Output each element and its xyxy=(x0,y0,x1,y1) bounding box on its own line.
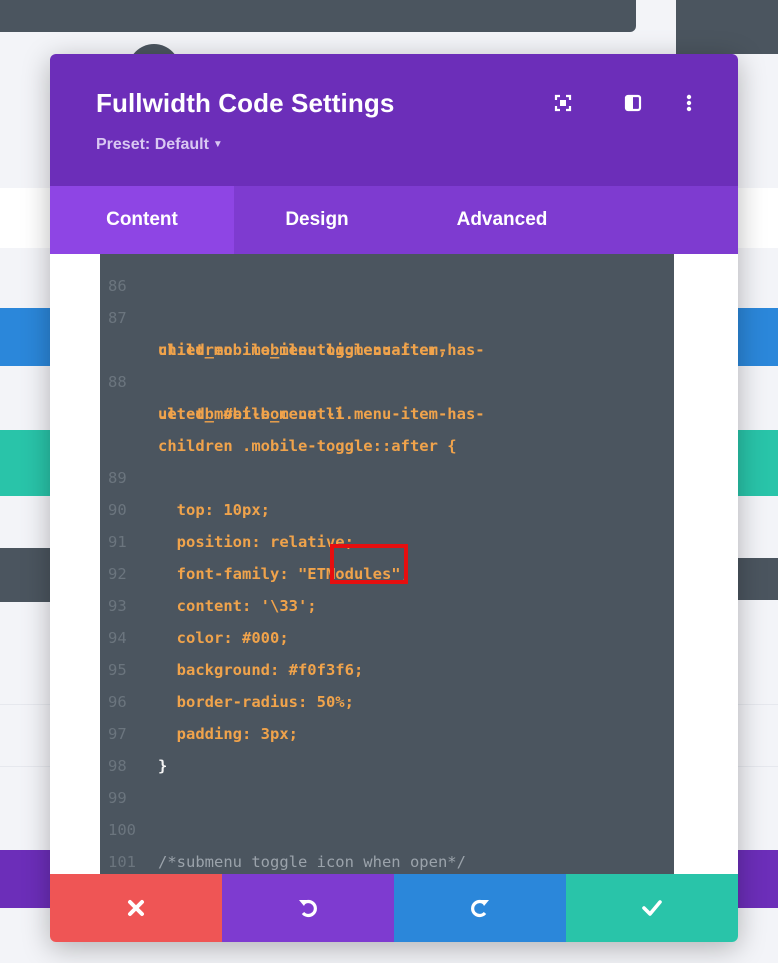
background-dark-block xyxy=(676,0,778,54)
code-text: } xyxy=(158,757,168,775)
preset-dropdown[interactable]: Preset: Default ▼ xyxy=(96,136,223,154)
code-text: color: #000; xyxy=(158,629,289,647)
checkmark-icon xyxy=(641,899,663,917)
code-line: 97 } xyxy=(100,686,167,775)
code-line: 98 xyxy=(100,718,156,775)
background-teal-stripe xyxy=(0,430,50,496)
code-line: 87 ul.et_mobile_menu li.menu-item-has- xyxy=(100,270,485,359)
tab-content[interactable]: Content xyxy=(50,186,234,254)
tab-design[interactable]: Design xyxy=(262,186,372,254)
code-line: 95 border-radius: 50%; xyxy=(100,622,354,711)
tab-bar: Content Design Advanced xyxy=(50,186,738,254)
undo-button[interactable] xyxy=(222,874,394,942)
code-text: background: #f0f3f6; xyxy=(158,661,364,679)
preset-label: Preset: Default xyxy=(96,136,209,153)
code-line: 90 position: relative; xyxy=(100,462,354,551)
background-teal-stripe xyxy=(738,430,778,496)
code-line: ul.et_mobile_menu li.menu-item-has- xyxy=(100,366,485,423)
code-line: 86 xyxy=(100,254,156,295)
line-number: 101 xyxy=(108,853,136,871)
code-comment: /*submenu toggle icon when open*/ xyxy=(158,853,466,871)
code-text: ul.et_mobile_menu li.menu-item-has- xyxy=(158,405,485,423)
background-purple-stripe xyxy=(0,850,50,908)
caret-down-icon: ▼ xyxy=(212,139,223,150)
background-purple-stripe xyxy=(738,850,778,908)
code-editor[interactable]: 86 87 ul.et_mobile_menu li.menu-item-has… xyxy=(100,254,674,874)
background-dark-stripe xyxy=(0,548,50,602)
code-line: 101 xyxy=(100,814,156,871)
tab-advanced[interactable]: Advanced xyxy=(434,186,570,254)
code-text: border-radius: 50%; xyxy=(158,693,354,711)
more-options-icon[interactable] xyxy=(678,92,700,114)
code-line: 100 /*submenu toggle icon when open*/ xyxy=(100,782,466,871)
focus-mode-icon[interactable] xyxy=(552,92,574,114)
code-line: children .mobile-toggle::after { xyxy=(100,398,457,455)
code-line: 89 top: 10px; xyxy=(100,430,270,519)
save-button[interactable] xyxy=(566,874,738,942)
code-line: 91 font-family: "ETModules"; xyxy=(100,494,410,583)
modal-header: Fullwidth Code Settings Preset: Default ▼ xyxy=(50,54,738,186)
code-text: position: relative; xyxy=(158,533,354,551)
code-line: 92 content: '\33'; xyxy=(100,526,317,615)
code-text: children .mobile-toggle::after, xyxy=(158,341,448,359)
code-text: content: '\33'; xyxy=(158,597,317,615)
redo-icon xyxy=(469,897,491,919)
code-line: 94 background: #f0f3f6; xyxy=(100,590,363,679)
modal-footer xyxy=(50,874,738,942)
code-text: children .mobile-toggle::after { xyxy=(158,437,457,455)
settings-modal: Fullwidth Code Settings Preset: Default ▼ xyxy=(50,54,738,942)
annotation-highlight-box xyxy=(330,544,408,584)
background-blue-stripe xyxy=(738,308,778,366)
background-blue-stripe xyxy=(0,308,50,366)
code-line: children .mobile-toggle::after, xyxy=(100,302,447,359)
discard-icon xyxy=(127,899,145,917)
code-line: 99 xyxy=(100,750,156,807)
redo-button[interactable] xyxy=(394,874,566,942)
code-text: padding: 3px; xyxy=(158,725,298,743)
code-text: top: 10px; xyxy=(158,501,270,519)
code-line: 96 padding: 3px; xyxy=(100,654,298,743)
background-topbar xyxy=(0,0,636,32)
code-line: 88 .et-db #et-boc .et-l xyxy=(100,334,345,423)
discard-button[interactable] xyxy=(50,874,222,942)
modal-title: Fullwidth Code Settings xyxy=(96,88,395,118)
code-line: 93 color: #000; xyxy=(100,558,289,647)
split-view-icon[interactable] xyxy=(622,92,644,114)
undo-icon xyxy=(297,897,319,919)
